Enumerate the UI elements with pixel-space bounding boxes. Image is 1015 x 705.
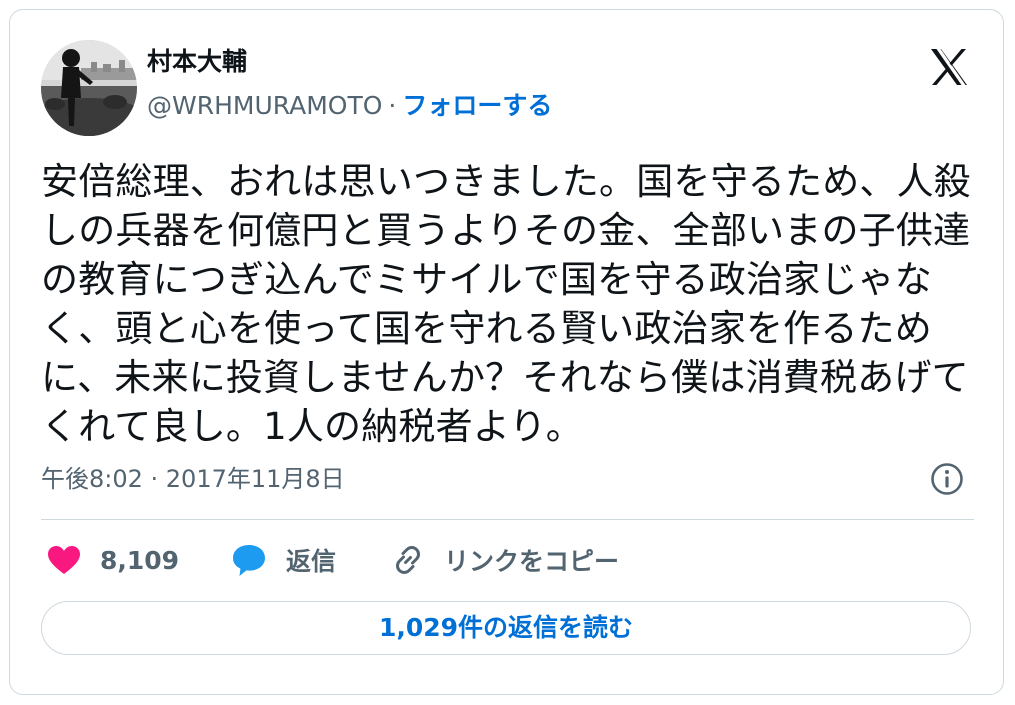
user-handle[interactable]: @WRHMURAMOTO [147, 91, 382, 120]
reply-button[interactable]: 返信 [230, 538, 336, 582]
avatar-photo [41, 40, 137, 136]
follow-button[interactable]: フォローする [402, 91, 552, 120]
divider [41, 519, 974, 520]
like-count: 8,109 [100, 545, 180, 575]
like-button[interactable]: 8,109 [46, 538, 179, 582]
avatar[interactable] [41, 40, 137, 136]
tweet-card: 村本大輔 @WRHMURAMOTO · フォローする 安倍総理、おれは思いつきました… [9, 9, 1004, 695]
display-name[interactable]: 村本大輔 [147, 47, 247, 77]
tweet-text: 安倍総理、おれは思いつきました。国を守るため、人殺しの兵器を何億円と買うよりその… [41, 160, 971, 448]
speech-bubble-icon [233, 545, 265, 576]
separator-dot: · [388, 91, 397, 120]
handle-row: @WRHMURAMOTO · フォローする [147, 90, 552, 122]
link-icon [395, 545, 421, 575]
info-icon[interactable] [929, 461, 965, 497]
reply-label: 返信 [286, 547, 337, 576]
x-logo-icon[interactable] [928, 46, 970, 88]
read-replies-button[interactable]: 1,029件の返信を読む [41, 601, 971, 655]
heart-icon [48, 546, 80, 574]
copy-link-label: リンクをコピー [444, 547, 620, 576]
copy-link-button[interactable]: リンクをコピー [390, 538, 619, 582]
timestamp[interactable]: 午後8:02 · 2017年11月8日 [41, 463, 345, 495]
